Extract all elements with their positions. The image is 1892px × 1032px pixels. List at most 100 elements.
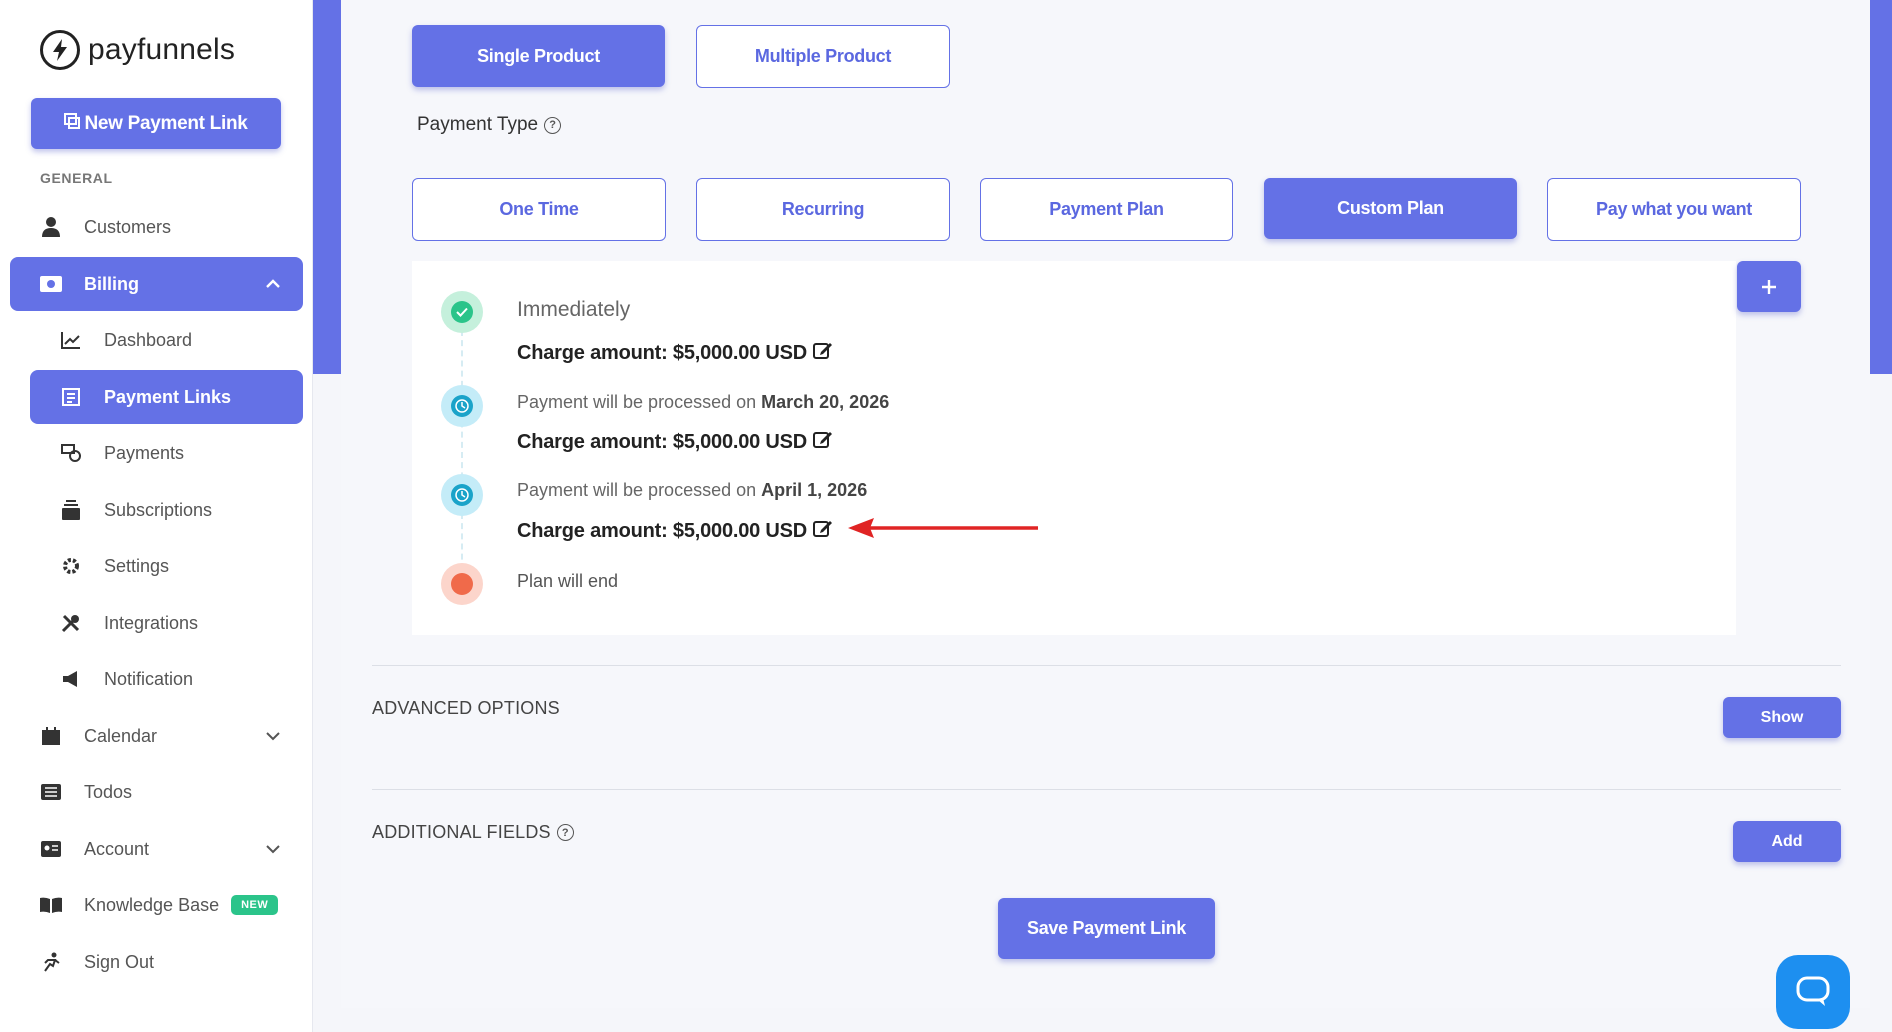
sidebar-item-subscriptions[interactable]: Subscriptions xyxy=(30,483,303,537)
clock-icon xyxy=(451,484,473,506)
end-dot-icon xyxy=(451,573,473,595)
scheduled-date: March 20, 2026 xyxy=(761,392,890,412)
sidebar-item-notification[interactable]: Notification xyxy=(30,652,303,706)
charge-amount-text: Charge amount: $5,000.00 USD xyxy=(517,519,808,542)
bolt-icon xyxy=(40,30,80,70)
new-payment-link-button[interactable]: New Payment Link xyxy=(31,98,281,149)
payment-type-label: Payment Type ? xyxy=(417,114,562,136)
plus-icon xyxy=(1762,279,1776,294)
chevron-down-icon xyxy=(263,839,283,859)
id-card-icon xyxy=(40,838,62,860)
sidebar-item-label: Billing xyxy=(84,273,139,294)
brand-name: payfunnels xyxy=(88,33,236,66)
clock-icon xyxy=(451,395,473,417)
new-badge: NEW xyxy=(231,895,279,915)
chat-bubble-icon xyxy=(1796,976,1830,1006)
calendar-icon xyxy=(40,725,62,747)
immediately-label: Immediately xyxy=(517,298,631,321)
sidebar-item-sign-out[interactable]: Sign Out xyxy=(10,935,303,989)
add-installment-button[interactable] xyxy=(1737,261,1801,312)
scheduled-date: April 1, 2026 xyxy=(761,480,868,500)
link-list-icon xyxy=(60,386,82,408)
money-icon xyxy=(40,273,62,295)
payment-type-recurring[interactable]: Recurring xyxy=(696,178,950,241)
logo[interactable]: payfunnels xyxy=(40,30,235,70)
sidebar-item-label: Notification xyxy=(104,668,194,689)
section-label-general: GENERAL xyxy=(40,170,113,186)
red-arrow-annotation xyxy=(848,518,1038,538)
sidebar-item-dashboard[interactable]: Dashboard xyxy=(30,313,303,367)
new-payment-link-label: New Payment Link xyxy=(84,112,248,134)
header-band-left xyxy=(313,0,341,374)
payment-type-text: Payment Type xyxy=(417,114,539,135)
help-icon[interactable]: ? xyxy=(556,824,574,841)
sidebar-item-calendar[interactable]: Calendar xyxy=(10,709,303,763)
step-scheduled-marker xyxy=(441,474,483,516)
sidebar-item-knowledge-base[interactable]: Knowledge Base NEW xyxy=(10,878,303,932)
charge-amount-text: Charge amount: $5,000.00 USD xyxy=(517,430,808,453)
advanced-options-title: ADVANCED OPTIONS xyxy=(372,698,560,719)
charge-amount-row: Charge amount: $5,000.00 USD xyxy=(517,429,833,455)
processed-prefix: Payment will be processed on xyxy=(517,392,757,412)
new-window-icon xyxy=(64,112,81,135)
charge-amount-row: Charge amount: $5,000.00 USD xyxy=(517,518,833,544)
sidebar-item-label: Todos xyxy=(84,781,133,802)
book-icon xyxy=(40,894,62,916)
sidebar-item-label: Calendar xyxy=(84,725,158,746)
run-icon xyxy=(40,951,62,973)
edit-icon[interactable] xyxy=(813,429,833,455)
tools-icon xyxy=(60,612,82,634)
sidebar-item-label: Integrations xyxy=(104,612,199,633)
sidebar: payfunnels New Payment Link GENERAL Cust… xyxy=(0,0,313,1032)
sidebar-item-customers[interactable]: Customers xyxy=(10,200,303,254)
sidebar-item-label: Settings xyxy=(104,555,170,576)
payment-type-pay-what-you-want[interactable]: Pay what you want xyxy=(1547,178,1801,241)
help-icon[interactable]: ? xyxy=(544,116,562,134)
edit-icon[interactable] xyxy=(813,340,833,366)
sidebar-item-label: Sign Out xyxy=(84,951,155,972)
payment-type-payment-plan[interactable]: Payment Plan xyxy=(980,178,1233,241)
scheduled-row-2: Payment will be processed on April 1, 20… xyxy=(517,480,867,501)
plan-end-label: Plan will end xyxy=(517,571,619,591)
sidebar-item-label: Dashboard xyxy=(104,329,193,350)
sidebar-item-payment-links[interactable]: Payment Links xyxy=(30,370,303,424)
advanced-show-button[interactable]: Show xyxy=(1723,697,1841,738)
chevron-down-icon xyxy=(263,726,283,746)
additional-fields-title: ADDITIONAL FIELDS ? xyxy=(372,822,574,843)
step-complete-marker xyxy=(441,291,483,333)
megaphone-icon xyxy=(60,668,82,690)
check-icon xyxy=(451,301,473,323)
sidebar-item-billing[interactable]: Billing xyxy=(10,257,303,311)
scheduled-row-1: Payment will be processed on March 20, 2… xyxy=(517,392,889,413)
chart-icon xyxy=(60,329,82,351)
step-scheduled-marker xyxy=(441,385,483,427)
sidebar-item-label: Customers xyxy=(84,216,172,237)
user-icon xyxy=(40,216,62,238)
header-band-right xyxy=(1870,0,1892,374)
additional-add-button[interactable]: Add xyxy=(1733,821,1841,862)
save-payment-link-button[interactable]: Save Payment Link xyxy=(998,898,1215,959)
edit-icon[interactable] xyxy=(813,518,833,544)
processed-prefix: Payment will be processed on xyxy=(517,480,757,500)
subscriptions-icon xyxy=(60,499,82,521)
sidebar-item-integrations[interactable]: Integrations xyxy=(30,596,303,650)
sidebar-item-todos[interactable]: Todos xyxy=(10,765,303,819)
list-icon xyxy=(40,781,62,803)
sidebar-item-label: Payment Links xyxy=(104,386,232,407)
divider xyxy=(372,665,1841,666)
additional-fields-text: ADDITIONAL FIELDS xyxy=(372,822,551,842)
gear-icon xyxy=(60,555,82,577)
payment-type-one-time[interactable]: One Time xyxy=(412,178,666,241)
chat-support-button[interactable] xyxy=(1776,955,1850,1029)
sidebar-item-account[interactable]: Account xyxy=(10,822,303,876)
sidebar-item-label: Knowledge Base xyxy=(84,894,220,915)
chevron-up-icon xyxy=(263,274,283,294)
timeline-connector xyxy=(461,330,463,580)
multiple-product-tab[interactable]: Multiple Product xyxy=(696,25,950,88)
sidebar-item-settings[interactable]: Settings xyxy=(30,539,303,593)
single-product-tab[interactable]: Single Product xyxy=(412,25,665,87)
sidebar-item-payments[interactable]: Payments xyxy=(30,426,303,480)
divider xyxy=(372,789,1841,790)
payment-type-custom-plan[interactable]: Custom Plan xyxy=(1264,178,1517,239)
step-end-marker xyxy=(441,563,483,605)
